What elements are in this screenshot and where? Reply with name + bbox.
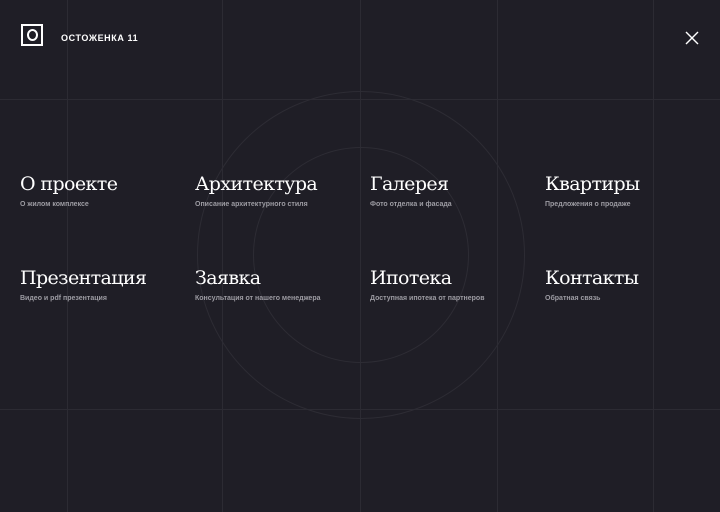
menu-item-title: О проекте [20,173,118,195]
menu-item-mortgage[interactable]: Ипотека Доступная ипотека от партнеров [370,266,540,304]
square-circle-logo[interactable] [21,24,43,46]
menu-item-contacts[interactable]: Контакты Обратная связь [545,266,715,304]
menu-item-subtitle: Описание архитектурного стиля [195,201,308,208]
logo-ring [27,29,38,41]
menu-item-title: Ипотека [370,267,452,289]
menu-item-subtitle: О жилом комплексе [20,201,89,208]
menu-item-about[interactable]: О проекте О жилом комплексе [20,172,190,210]
menu-item-title: Архитектура [195,173,318,195]
menu-item-gallery[interactable]: Галерея Фото отделка и фасада [370,172,540,210]
menu-item-presentation[interactable]: Презентация Видео и pdf презентация [20,266,190,304]
menu-item-title: Галерея [370,173,449,195]
menu-item-title: Контакты [545,267,639,289]
close-button[interactable] [683,29,701,47]
menu-item-architecture[interactable]: Архитектура Описание архитектурного стил… [195,172,365,210]
menu-item-subtitle: Фото отделка и фасада [370,201,452,208]
brand-name: ОСТОЖЕНКА 11 [61,33,139,43]
menu-item-subtitle: Доступная ипотека от партнеров [370,295,485,302]
menu-item-request[interactable]: Заявка Консультация от нашего менеджера [195,266,365,304]
menu-item-title: Заявка [195,267,261,289]
menu-item-subtitle: Видео и pdf презентация [20,295,107,302]
close-icon [685,31,699,45]
menu-item-title: Презентация [20,267,147,289]
menu-item-title: Квартиры [545,173,640,195]
grid-line [653,0,654,512]
menu-item-subtitle: Обратная связь [545,295,601,302]
menu-item-subtitle: Предложения о продаже [545,201,631,208]
grid-line [67,0,68,512]
menu-item-subtitle: Консультация от нашего менеджера [195,295,321,302]
menu-item-apartments[interactable]: Квартиры Предложения о продаже [545,172,715,210]
